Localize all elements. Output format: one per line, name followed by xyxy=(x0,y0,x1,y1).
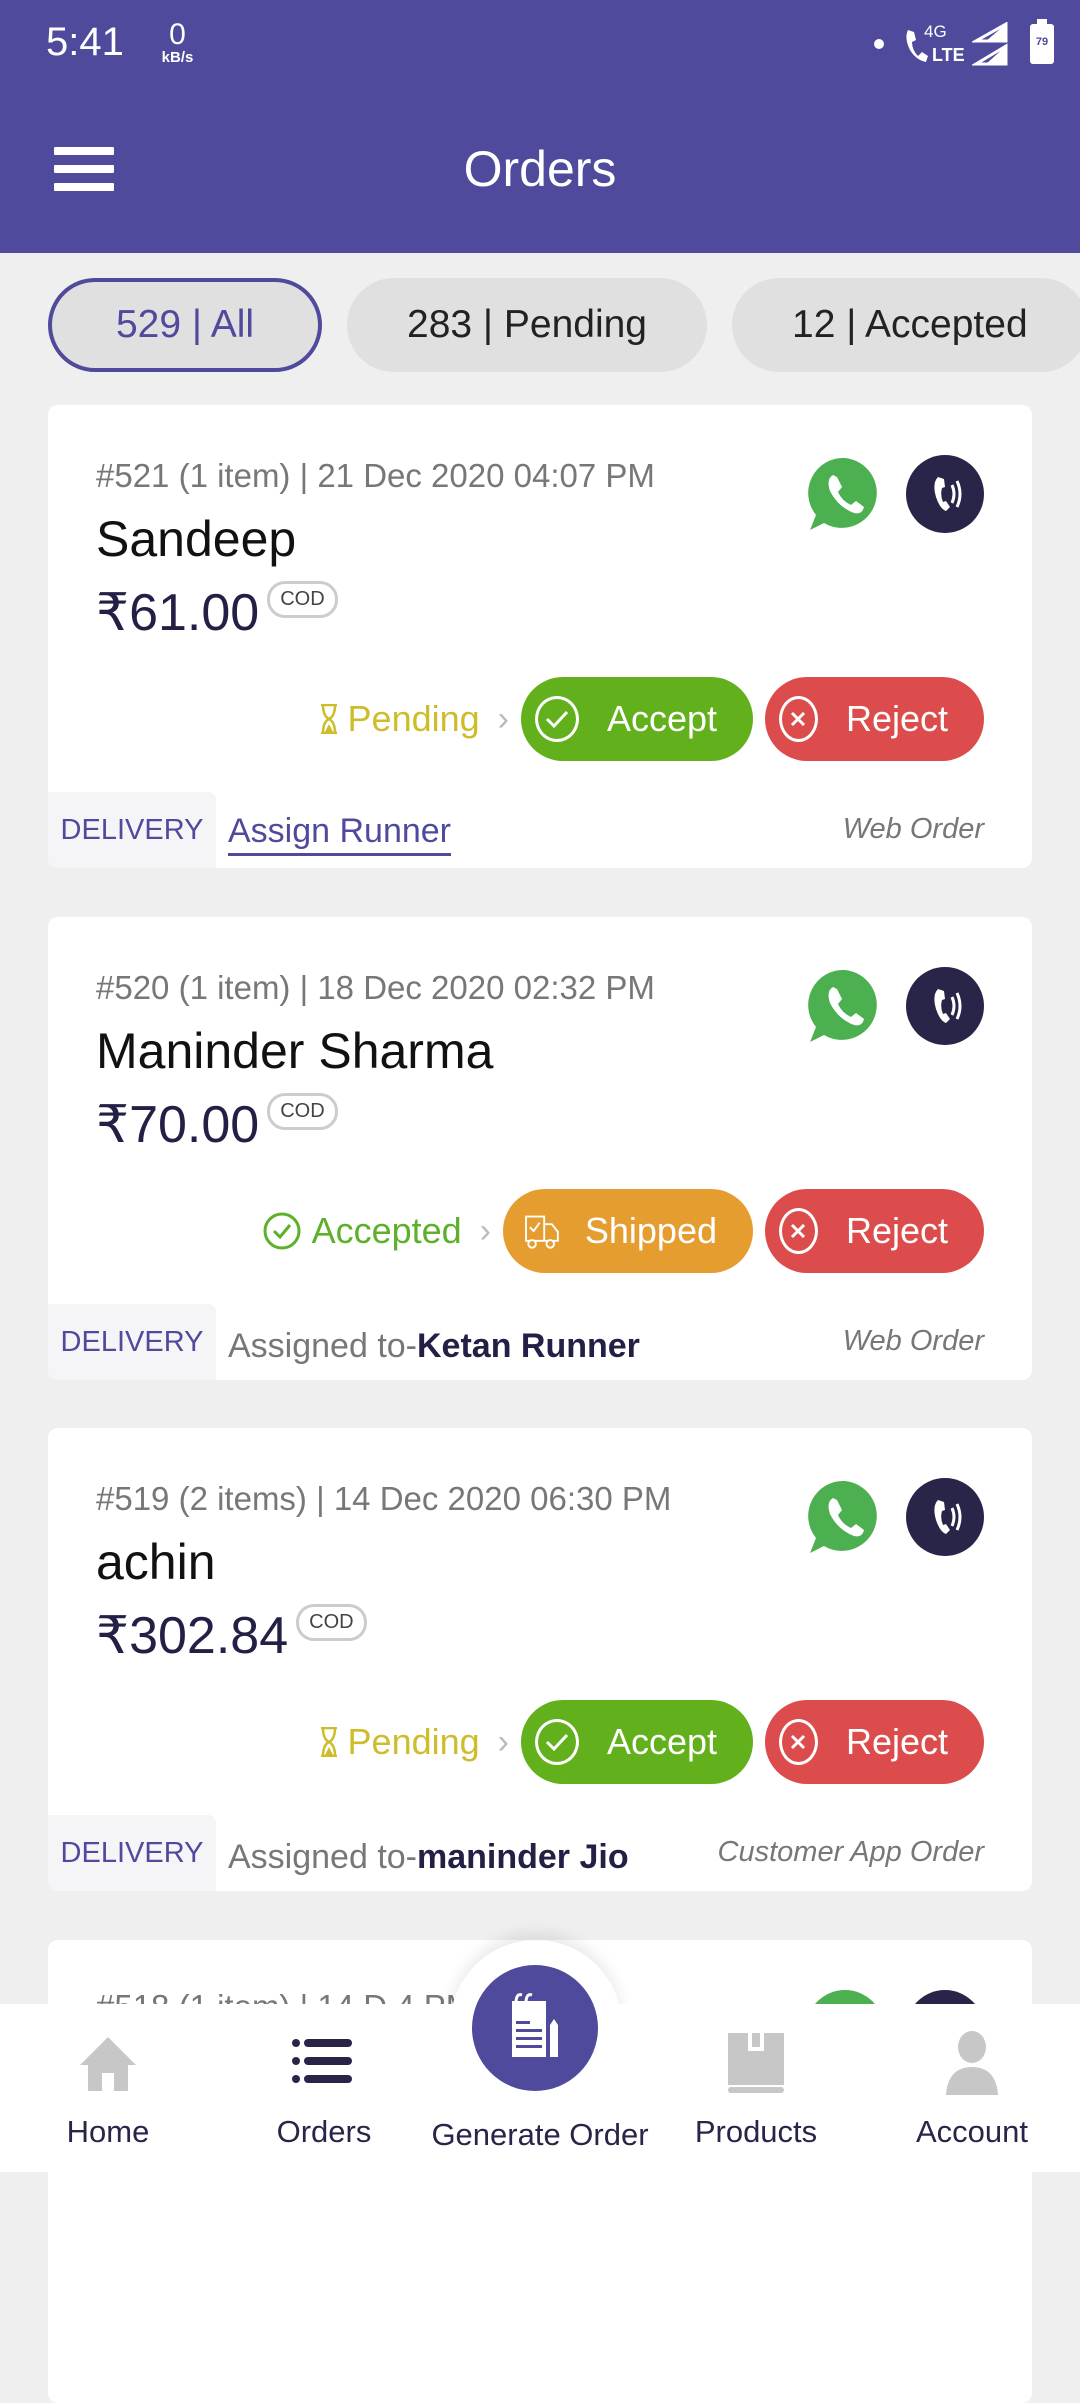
page-title: Orders xyxy=(463,141,617,197)
truck-icon xyxy=(525,1215,559,1249)
order-card[interactable]: #519 (2 items) | 14 Dec 2020 06:30 PM ac… xyxy=(48,1428,1032,1891)
order-footer: DELIVERY Assigned to-maninder Jio Custom… xyxy=(48,1815,1032,1891)
call-icon[interactable] xyxy=(906,455,984,533)
order-type-badge: DELIVERY xyxy=(48,1304,216,1380)
close-circle-icon xyxy=(779,1719,818,1765)
order-footer: DELIVERY Assign Runner Web Order xyxy=(48,792,1032,868)
assign-runner-link[interactable]: Assign Runner xyxy=(228,812,452,856)
person-icon xyxy=(946,2031,998,2095)
accept-button[interactable]: Accept xyxy=(521,1700,753,1784)
order-meta: #519 (2 items) | 14 Dec 2020 06:30 PM xyxy=(96,1480,672,1517)
volte-call-icon: 4G LTE xyxy=(904,22,965,66)
signal-icon xyxy=(972,22,1008,66)
whatsapp-icon[interactable] xyxy=(806,1478,884,1556)
order-amount: ₹70.00 COD xyxy=(96,1093,338,1155)
accept-button[interactable]: Accept xyxy=(521,677,753,761)
order-meta: #520 (1 item) | 18 Dec 2020 02:32 PM xyxy=(96,969,655,1006)
box-icon xyxy=(728,2033,784,2093)
payment-badge: COD xyxy=(296,1604,367,1641)
order-actions: Pending › Accept Reject xyxy=(320,677,984,761)
home-icon xyxy=(80,2037,136,2091)
whatsapp-icon[interactable] xyxy=(806,967,884,1045)
order-type-badge: DELIVERY xyxy=(48,1815,216,1891)
app-header: 5:41 0 kB/s 4G LTE 79 Orders xyxy=(0,0,1080,253)
customer-name: achin xyxy=(96,1534,216,1590)
status-pending: Pending xyxy=(320,698,480,740)
close-circle-icon xyxy=(779,1208,818,1254)
check-circle-icon xyxy=(535,696,579,742)
hourglass-icon xyxy=(320,1727,337,1757)
generate-order-label: Generate Order xyxy=(431,2117,649,2152)
chevron-right-icon: › xyxy=(497,1722,509,1761)
reject-button[interactable]: Reject xyxy=(765,1700,984,1784)
payment-badge: COD xyxy=(267,581,338,618)
order-source: Web Order xyxy=(842,813,984,845)
payment-badge: COD xyxy=(267,1093,338,1130)
generate-order-button[interactable] xyxy=(472,1965,598,2091)
reject-button[interactable]: Reject xyxy=(765,677,984,761)
call-icon[interactable] xyxy=(906,1478,984,1556)
order-card[interactable]: #521 (1 item) | 21 Dec 2020 04:07 PM San… xyxy=(48,405,1032,868)
chevron-right-icon: › xyxy=(497,699,509,738)
customer-name: Maninder Sharma xyxy=(96,1023,494,1079)
list-icon xyxy=(292,2039,352,2083)
notepad-pencil-icon xyxy=(512,1993,558,2057)
status-pending: Pending xyxy=(320,1721,480,1763)
close-circle-icon xyxy=(779,696,818,742)
order-card[interactable]: #520 (1 item) | 18 Dec 2020 02:32 PM Man… xyxy=(48,917,1032,1380)
status-time: 5:41 xyxy=(46,20,124,64)
check-circle-icon xyxy=(263,1212,301,1250)
shipped-button[interactable]: Shipped xyxy=(503,1189,753,1273)
network-speed: 0 kB/s xyxy=(161,18,194,66)
filter-chip-pending[interactable]: 283 | Pending xyxy=(347,278,707,372)
check-circle-icon xyxy=(535,1719,579,1765)
chevron-right-icon: › xyxy=(479,1211,491,1250)
filter-chips: 529 | All 283 | Pending 12 | Accepted xyxy=(48,278,1080,372)
order-amount: ₹302.84 COD xyxy=(96,1604,367,1666)
status-icons: 4G LTE 79 xyxy=(874,19,1054,66)
order-source: Customer App Order xyxy=(717,1836,984,1868)
filter-chip-accepted[interactable]: 12 | Accepted xyxy=(732,278,1080,372)
order-actions: Pending › Accept Reject xyxy=(320,1700,984,1784)
status-accepted: Accepted xyxy=(262,1210,462,1252)
order-source: Web Order xyxy=(842,1325,984,1357)
reject-button[interactable]: Reject xyxy=(765,1189,984,1273)
call-icon[interactable] xyxy=(906,967,984,1045)
whatsapp-icon[interactable] xyxy=(806,455,884,533)
assigned-runner: Assigned to-Ketan Runner xyxy=(228,1327,640,1365)
order-footer: DELIVERY Assigned to-Ketan Runner Web Or… xyxy=(48,1304,1032,1380)
filter-chip-all[interactable]: 529 | All xyxy=(48,278,322,372)
order-meta: #521 (1 item) | 21 Dec 2020 04:07 PM xyxy=(96,457,655,494)
order-amount: ₹61.00 COD xyxy=(96,581,338,643)
hourglass-icon xyxy=(320,704,337,734)
battery-icon: 79 xyxy=(1030,19,1054,64)
order-actions: Accepted › Shipped Reject xyxy=(262,1189,984,1273)
assigned-runner: Assigned to-maninder Jio xyxy=(228,1838,629,1876)
order-type-badge: DELIVERY xyxy=(48,792,216,868)
customer-name: Sandeep xyxy=(96,511,297,567)
notification-dot-icon xyxy=(874,39,884,49)
